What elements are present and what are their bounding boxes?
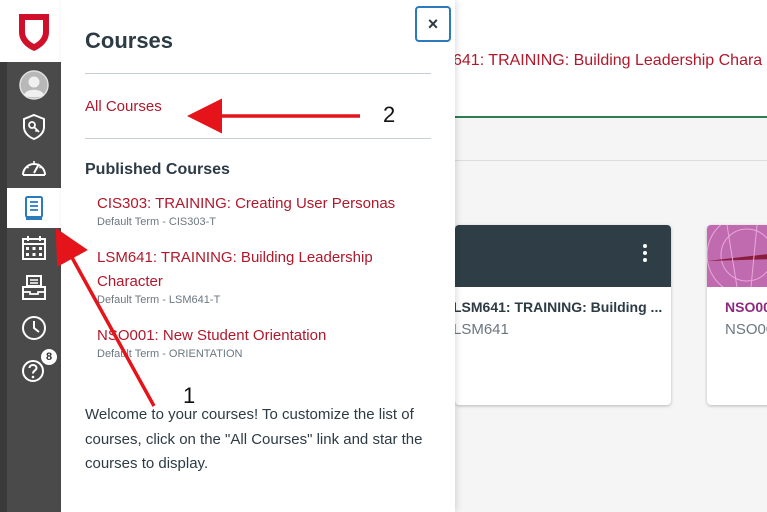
course-card-code: NSO001 — [725, 321, 767, 338]
nav-history[interactable] — [7, 308, 61, 348]
course-card[interactable]: NSO001 NSO001 — [707, 225, 767, 405]
nav-dashboard[interactable] — [7, 148, 61, 188]
course-card-title[interactable]: LSM641: TRAINING: Building ... — [455, 299, 662, 315]
nav-account[interactable] — [7, 65, 61, 105]
divider — [85, 138, 431, 139]
annotation-label-2: 2 — [383, 102, 396, 127]
list-item: NSO001: New Student Orientation Default … — [97, 324, 417, 360]
inbox-icon — [22, 275, 46, 300]
close-tray-button[interactable]: × — [415, 6, 451, 42]
page-banner: 641: TRAINING: Building Leadership Chara — [453, 0, 767, 118]
all-courses-link[interactable]: All Courses — [85, 98, 162, 115]
help-notification-badge: 8 — [40, 348, 58, 366]
global-nav: 8 — [0, 0, 61, 512]
dashboard-gauge-icon — [22, 161, 46, 176]
list-item: LSM641: TRAINING: Building Leadership Ch… — [97, 246, 417, 306]
divider — [455, 160, 767, 161]
course-term: Default Term - LSM641-T — [97, 294, 221, 306]
list-item: CIS303: TRAINING: Creating User Personas… — [97, 192, 417, 228]
compass-pattern-icon — [707, 225, 767, 287]
course-card[interactable]: LSM641: TRAINING: Building ... LSM641 — [455, 225, 671, 405]
nav-calendar[interactable] — [7, 228, 61, 268]
courses-tray: Courses × All Courses Published Courses … — [61, 0, 455, 512]
course-term: Default Term - CIS303-T — [97, 216, 217, 228]
nav-help[interactable]: 8 — [7, 348, 61, 388]
course-link-cis303[interactable]: CIS303: TRAINING: Creating User Personas — [97, 192, 417, 216]
annotation-label-1: 1 — [183, 383, 196, 408]
course-card-hero — [707, 225, 767, 287]
shield-key-icon — [23, 113, 45, 141]
course-term: Default Term - ORIENTATION — [97, 348, 243, 360]
course-card-title[interactable]: NSO001 — [725, 299, 767, 315]
clock-icon — [22, 316, 46, 340]
course-link-lsm641[interactable]: LSM641: TRAINING: Building Leadership Ch… — [97, 246, 417, 294]
nav-admin[interactable] — [7, 107, 61, 147]
global-nav-strip — [0, 62, 7, 512]
welcome-message: Welcome to your courses! To customize th… — [85, 406, 423, 472]
course-card-hero — [455, 225, 671, 287]
avatar-icon — [19, 70, 49, 100]
tray-title: Courses — [85, 28, 174, 53]
book-icon — [25, 196, 43, 220]
kebab-menu-icon[interactable] — [643, 244, 647, 265]
calendar-icon — [22, 236, 46, 260]
banner-course-title[interactable]: 641: TRAINING: Building Leadership Chara — [453, 52, 762, 70]
published-courses-heading: Published Courses — [85, 161, 230, 178]
course-card-code: LSM641 — [455, 321, 509, 338]
divider — [85, 73, 431, 74]
institution-logo-icon[interactable] — [17, 12, 51, 52]
main-content: 641: TRAINING: Building Leadership Chara… — [453, 0, 767, 512]
nav-inbox[interactable] — [7, 268, 61, 308]
nav-courses[interactable] — [7, 188, 61, 228]
course-link-nso001[interactable]: NSO001: New Student Orientation — [97, 324, 417, 348]
